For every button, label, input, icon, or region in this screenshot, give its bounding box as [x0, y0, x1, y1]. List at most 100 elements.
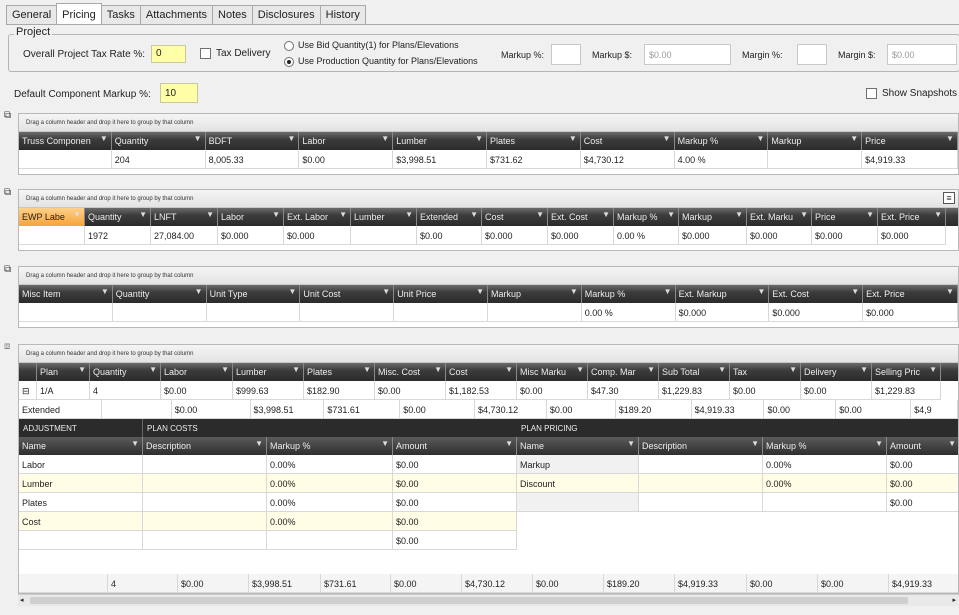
- table-cell[interactable]: 0.00%: [267, 474, 393, 493]
- tab-history[interactable]: History: [319, 5, 366, 25]
- table-cell[interactable]: [143, 455, 267, 474]
- filter-icon[interactable]: ▼: [73, 210, 81, 219]
- table-cell[interactable]: 0.00%: [763, 455, 887, 474]
- filter-icon[interactable]: ▼: [756, 134, 764, 143]
- table-cell[interactable]: 0.00%: [267, 455, 393, 474]
- column-header[interactable]: Ext. Price ▼: [863, 285, 958, 303]
- tab-disclosures[interactable]: Disclosures: [251, 5, 321, 25]
- scroll-left-icon[interactable]: ◂: [20, 596, 24, 604]
- table-cell[interactable]: $0.00: [393, 531, 517, 550]
- show-snapshots-checkbox[interactable]: [866, 88, 877, 99]
- column-header[interactable]: Markup ▼: [488, 285, 582, 303]
- use-bid-quantity-radio[interactable]: [284, 41, 294, 51]
- filter-icon[interactable]: ▼: [195, 287, 203, 296]
- table-row[interactable]: 0.00 % $0.000 $0.000 $0.000: [19, 303, 958, 322]
- filter-icon[interactable]: ▼: [475, 134, 483, 143]
- column-header[interactable]: Unit Type ▼: [207, 285, 301, 303]
- column-header[interactable]: Amount ▼: [393, 437, 517, 455]
- filter-icon[interactable]: ▼: [221, 365, 229, 374]
- filter-icon[interactable]: ▼: [505, 365, 513, 374]
- filter-icon[interactable]: ▼: [934, 210, 942, 219]
- table-cell[interactable]: $0.00: [393, 474, 517, 493]
- filter-icon[interactable]: ▼: [851, 287, 859, 296]
- table-cell[interactable]: [639, 474, 763, 493]
- table-cell[interactable]: [143, 474, 267, 493]
- column-header[interactable]: Name ▼: [19, 437, 143, 455]
- filter-icon[interactable]: ▼: [405, 210, 413, 219]
- filter-icon[interactable]: ▼: [757, 287, 765, 296]
- table-row[interactable]: 1972 27,084.00 $0.000 $0.000 $0.00 $0.000 $0.0…: [19, 226, 958, 245]
- filter-icon[interactable]: ▼: [789, 365, 797, 374]
- table-row[interactable]: Lumber 0.00% $0.00: [19, 474, 517, 493]
- column-header[interactable]: Quantity ▼: [112, 132, 206, 150]
- filter-icon[interactable]: ▼: [292, 365, 300, 374]
- column-header[interactable]: Markup % ▼: [267, 437, 393, 455]
- filter-icon[interactable]: ▼: [272, 210, 280, 219]
- filter-icon[interactable]: ▼: [667, 210, 675, 219]
- column-header[interactable]: Markup % ▼: [582, 285, 676, 303]
- filter-icon[interactable]: ▼: [647, 365, 655, 374]
- column-header[interactable]: Quantity ▼: [85, 208, 151, 226]
- filter-icon[interactable]: ▼: [860, 365, 868, 374]
- column-header[interactable]: Comp. Mar ▼: [588, 363, 659, 381]
- filter-icon[interactable]: ▼: [946, 134, 954, 143]
- filter-icon[interactable]: ▼: [381, 439, 389, 448]
- tab-general[interactable]: General: [6, 5, 58, 25]
- default-markup-input[interactable]: 10: [160, 83, 198, 103]
- table-cell[interactable]: 0.00%: [763, 474, 887, 493]
- filter-icon[interactable]: ▼: [255, 439, 263, 448]
- column-header[interactable]: Markup ▼: [679, 208, 747, 226]
- table-cell[interactable]: $0.00: [393, 493, 517, 512]
- column-header[interactable]: Ext. Markup ▼: [676, 285, 770, 303]
- filter-icon[interactable]: ▼: [946, 287, 954, 296]
- filter-icon[interactable]: ▼: [476, 287, 484, 296]
- filter-icon[interactable]: ▼: [663, 134, 671, 143]
- margin-pct-input[interactable]: [797, 44, 827, 65]
- column-header[interactable]: Cost ▼: [581, 132, 675, 150]
- filter-icon[interactable]: ▼: [800, 210, 808, 219]
- table-cell[interactable]: [19, 531, 143, 550]
- tab-notes[interactable]: Notes: [212, 5, 253, 25]
- column-header[interactable]: EWP Labe ▼: [19, 208, 85, 226]
- table-row[interactable]: Discount 0.00% $0.00: [517, 474, 958, 493]
- table-cell[interactable]: [267, 531, 393, 550]
- table-cell[interactable]: [517, 493, 639, 512]
- filter-icon[interactable]: ▼: [569, 134, 577, 143]
- filter-icon[interactable]: ▼: [875, 439, 883, 448]
- filter-icon[interactable]: ▼: [100, 134, 108, 143]
- column-header[interactable]: Delivery ▼: [801, 363, 872, 381]
- column-header[interactable]: Sub Total ▼: [659, 363, 730, 381]
- table-cell[interactable]: [639, 455, 763, 474]
- filter-icon[interactable]: ▼: [131, 439, 139, 448]
- column-header[interactable]: Quantity ▼: [90, 363, 161, 381]
- filter-icon[interactable]: ▼: [382, 287, 390, 296]
- filter-icon[interactable]: ▼: [602, 210, 610, 219]
- table-cell[interactable]: Markup: [517, 455, 639, 474]
- column-header[interactable]: Cost ▼: [482, 208, 548, 226]
- tab-pricing[interactable]: Pricing: [56, 3, 102, 25]
- column-header[interactable]: BDFT ▼: [206, 132, 300, 150]
- group-toggle-icon[interactable]: ⧉: [4, 187, 15, 198]
- table-cell[interactable]: $0.00: [887, 455, 958, 474]
- filter-icon[interactable]: ▼: [576, 365, 584, 374]
- scroll-right-icon[interactable]: ▸: [952, 596, 956, 604]
- table-row[interactable]: ⊟ 1/A 4 $0.00 $999.63 $182.90 $0.00 $1,182.53 $0…: [19, 381, 958, 400]
- group-drop-zone[interactable]: Drag a column header and drop it here to…: [19, 190, 958, 208]
- column-header[interactable]: Unit Price ▼: [394, 285, 488, 303]
- table-cell[interactable]: 0.00%: [267, 493, 393, 512]
- filter-icon[interactable]: ▼: [434, 365, 442, 374]
- filter-icon[interactable]: ▼: [339, 210, 347, 219]
- column-header[interactable]: Amount ▼: [887, 437, 958, 455]
- filter-icon[interactable]: ▼: [149, 365, 157, 374]
- column-header[interactable]: Truss Componen ▼: [19, 132, 112, 150]
- table-cell[interactable]: $0.00: [887, 493, 958, 512]
- table-row[interactable]: Labor 0.00% $0.00: [19, 455, 517, 474]
- tax-delivery-checkbox[interactable]: [200, 48, 211, 59]
- table-row[interactable]: $0.00: [19, 531, 517, 550]
- group-drop-zone[interactable]: Drag a column header and drop it here to…: [19, 345, 958, 363]
- table-cell[interactable]: [763, 493, 887, 512]
- filter-icon[interactable]: ▼: [850, 134, 858, 143]
- filter-icon[interactable]: ▼: [751, 439, 759, 448]
- group-drop-zone[interactable]: Drag a column header and drop it here to…: [19, 267, 958, 285]
- filter-icon[interactable]: ▼: [627, 439, 635, 448]
